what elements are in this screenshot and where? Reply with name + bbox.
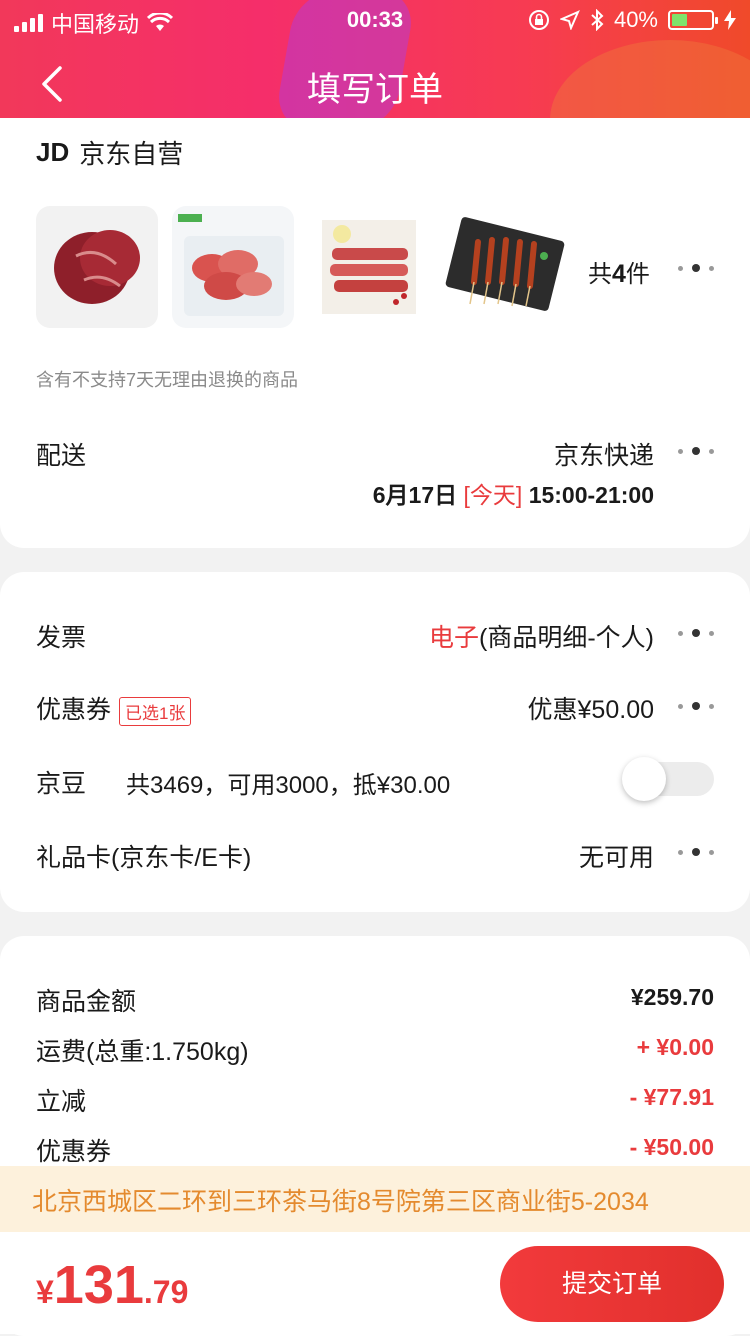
goods-amount-value: ¥259.70: [630, 984, 714, 1010]
header: 中国移动 00:33 40% 填写订单: [0, 0, 750, 128]
options-card: 发票 电子(商品明细-个人) 优惠券 已选1张 优惠¥50.00 京豆 共3469…: [0, 572, 750, 912]
summary-coupon-value: - ¥50.00: [629, 1134, 714, 1160]
return-notice: 含有不支持7天无理由退换的商品: [36, 370, 299, 390]
jingdou-label: 京豆: [36, 770, 87, 798]
product-image-skewers[interactable]: [444, 206, 566, 328]
goods-amount-label: 商品金额: [36, 988, 137, 1016]
invoice-type: 电子: [429, 624, 480, 652]
item-count-prefix: 共: [588, 261, 612, 288]
delivery-today: [今天]: [463, 482, 523, 508]
jd-logo: JD: [36, 137, 70, 167]
invoice-label: 发票: [36, 624, 87, 652]
discount-value: - ¥77.91: [629, 1084, 714, 1110]
jingdou-toggle[interactable]: [622, 757, 714, 801]
summary-coupon-label: 优惠券: [36, 1138, 112, 1166]
invoice-detail: (商品明细-个人): [479, 624, 654, 652]
bluetooth-icon: [591, 9, 604, 31]
battery-percent: 40%: [613, 7, 658, 32]
giftcard-label: 礼品卡(京东卡/E卡): [36, 844, 252, 872]
coupon-selected-badge: 已选1张: [119, 696, 192, 726]
giftcard-value[interactable]: 无可用: [579, 838, 654, 874]
page-title: 填写订单: [307, 71, 443, 109]
shipping-value: + ¥0.00: [636, 1034, 714, 1060]
price-integer: 131: [53, 1255, 144, 1315]
product-thumbnails[interactable]: [36, 206, 566, 328]
submit-order-button[interactable]: 提交订单: [500, 1246, 724, 1322]
item-count-number: 4: [612, 260, 626, 288]
status-bar: 中国移动 00:33 40%: [0, 0, 750, 40]
charging-icon: [724, 10, 736, 30]
status-right: 40%: [528, 7, 736, 33]
product-image-beef-rolls[interactable]: [172, 206, 294, 328]
price-currency: ¥: [36, 1274, 54, 1310]
delivery-date: 6月17日: [372, 482, 458, 508]
product-image-steak[interactable]: [36, 206, 158, 328]
coupon-more-icon[interactable]: [678, 699, 714, 713]
toggle-knob: [622, 757, 666, 801]
shop-name: 京东自营: [79, 139, 184, 169]
order-card: JD 京东自营 共4件 含有不支持7天无理由退换的商品 配送 京东快递 6月17…: [0, 118, 750, 548]
item-count-suffix: 件: [625, 261, 650, 288]
product-image-beef-slices[interactable]: [308, 206, 430, 328]
delivery-more-icon[interactable]: [678, 444, 714, 458]
delivery-carrier[interactable]: 京东快递: [554, 436, 654, 472]
coupon-row[interactable]: 优惠券 已选1张: [36, 690, 192, 726]
total-price: ¥131.79: [36, 1254, 188, 1316]
delivery-label: 配送: [36, 442, 87, 470]
shipping-label: 运费(总重:1.750kg): [36, 1038, 249, 1066]
delivery-address[interactable]: 北京西城区二环到三环茶马街8号院第三区商业街5-2034: [0, 1166, 750, 1232]
item-count[interactable]: 共4件: [588, 254, 650, 289]
coupon-value[interactable]: 优惠¥50.00: [528, 690, 654, 726]
location-icon: [559, 10, 580, 30]
delivery-time[interactable]: 6月17日 [今天] 15:00-21:00: [373, 476, 654, 510]
jingdou-desc: 共3469，可用3000，抵¥30.00: [126, 772, 451, 799]
price-decimal: .79: [143, 1274, 189, 1310]
invoice-more-icon[interactable]: [678, 626, 714, 640]
rotation-lock-icon: [528, 10, 549, 30]
delivery-window: 15:00-21:00: [528, 482, 654, 508]
discount-label: 立减: [36, 1088, 87, 1116]
more-icon[interactable]: [678, 261, 714, 275]
battery-icon: [668, 10, 718, 30]
coupon-label: 优惠券: [36, 696, 112, 724]
invoice-value[interactable]: 电子(商品明细-个人): [429, 618, 654, 654]
bottom-bar: ¥131.79 提交订单: [0, 1232, 750, 1334]
shop-header: JD 京东自营: [36, 134, 183, 171]
giftcard-more-icon[interactable]: [678, 845, 714, 859]
